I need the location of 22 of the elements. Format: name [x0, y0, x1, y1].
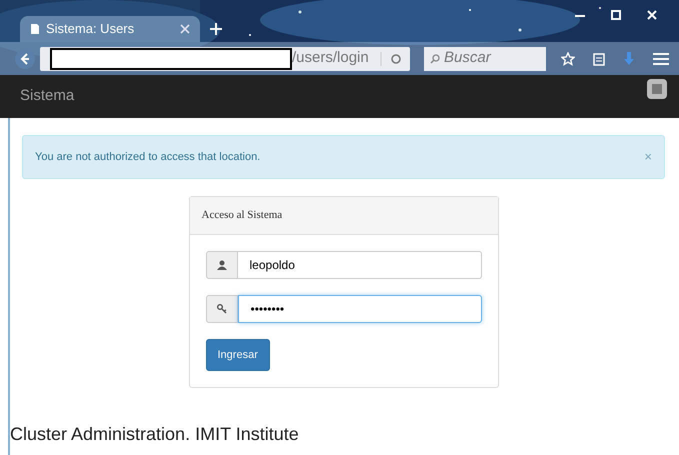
- page-icon: [30, 23, 40, 35]
- input-field[interactable]: leopoldo: [238, 250, 482, 278]
- browser-tab[interactable]: Sistema: Users: [20, 16, 200, 42]
- search-field[interactable]: Buscar: [424, 46, 546, 70]
- key-icon: [216, 304, 226, 314]
- address-field[interactable]: /users/login: [40, 46, 410, 70]
- panel-title: Acceso al Sistema: [190, 197, 498, 234]
- user-icon: [216, 260, 226, 270]
- star-icon[interactable]: [561, 52, 575, 66]
- alert-message: You are not authorized to access that location.: [35, 150, 260, 165]
- input-field[interactable]: ••••••••: [238, 294, 482, 322]
- address-text: /users/login: [292, 48, 370, 68]
- clipboard-icon[interactable]: [593, 52, 605, 66]
- search-placeholder: Buscar: [444, 48, 491, 68]
- footer-text: Cluster Administration. IMIT Institute: [10, 423, 300, 446]
- tab-title: Sistema: Users: [46, 20, 136, 38]
- search-icon: [430, 54, 440, 64]
- login-button[interactable]: Ingresar: [206, 338, 270, 371]
- menu-icon[interactable]: [653, 52, 669, 66]
- maximize-icon[interactable]: [611, 10, 621, 20]
- navbar-brand[interactable]: Sistema: [20, 85, 74, 108]
- plus-icon[interactable]: [210, 23, 222, 35]
